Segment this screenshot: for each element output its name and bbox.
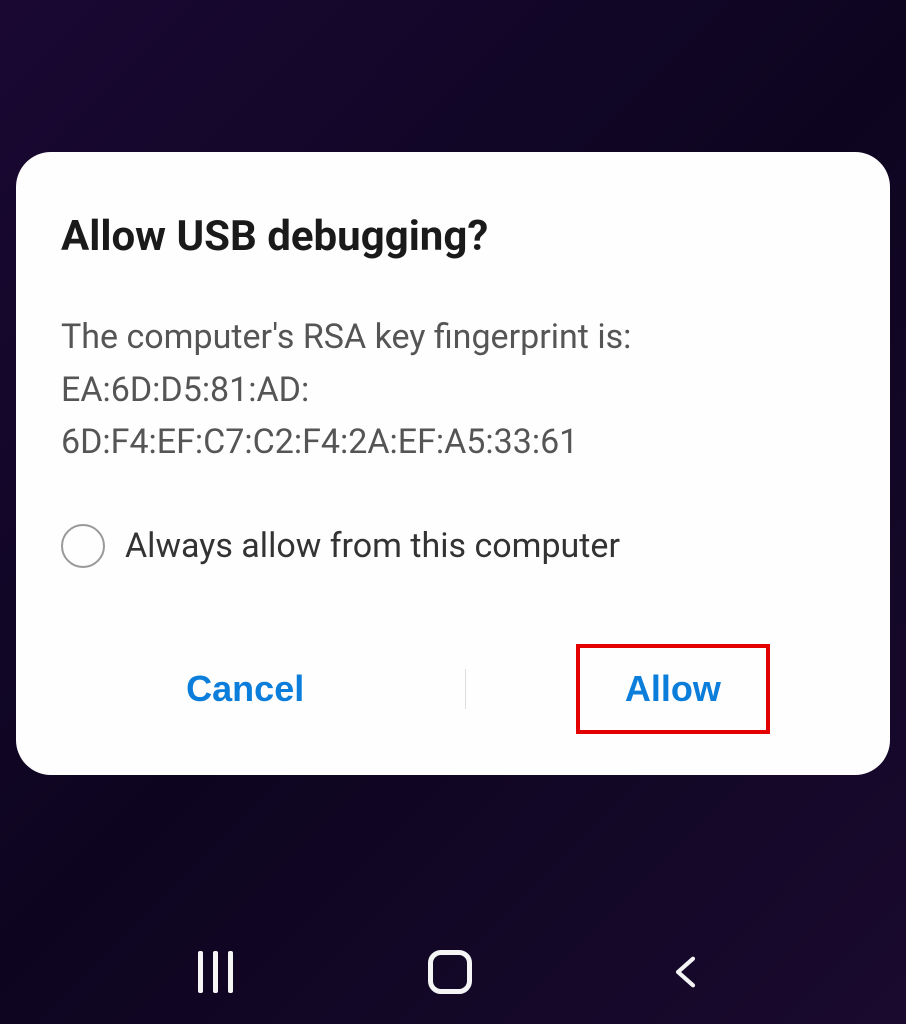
usb-debugging-dialog: Allow USB debugging? The computer's RSA … <box>16 152 890 775</box>
always-allow-checkbox[interactable]: Always allow from this computer <box>61 524 845 568</box>
back-button[interactable] <box>668 952 708 992</box>
dialog-button-row: Cancel Allow <box>61 643 845 735</box>
navigation-bar <box>0 950 906 994</box>
checkbox-circle-icon <box>61 524 105 568</box>
dialog-title: Allow USB debugging? <box>61 212 845 261</box>
cancel-button[interactable]: Cancel <box>136 643 354 735</box>
button-divider <box>465 669 466 709</box>
recents-button[interactable] <box>198 951 233 993</box>
recents-icon <box>198 951 233 993</box>
home-button[interactable] <box>428 950 472 994</box>
back-icon <box>668 952 708 992</box>
home-icon <box>428 950 472 994</box>
allow-button[interactable]: Allow <box>625 668 721 710</box>
dialog-message: The computer's RSA key fingerprint is:EA… <box>61 311 845 469</box>
highlight-annotation: Allow <box>576 644 770 734</box>
checkbox-label: Always allow from this computer <box>125 526 620 566</box>
